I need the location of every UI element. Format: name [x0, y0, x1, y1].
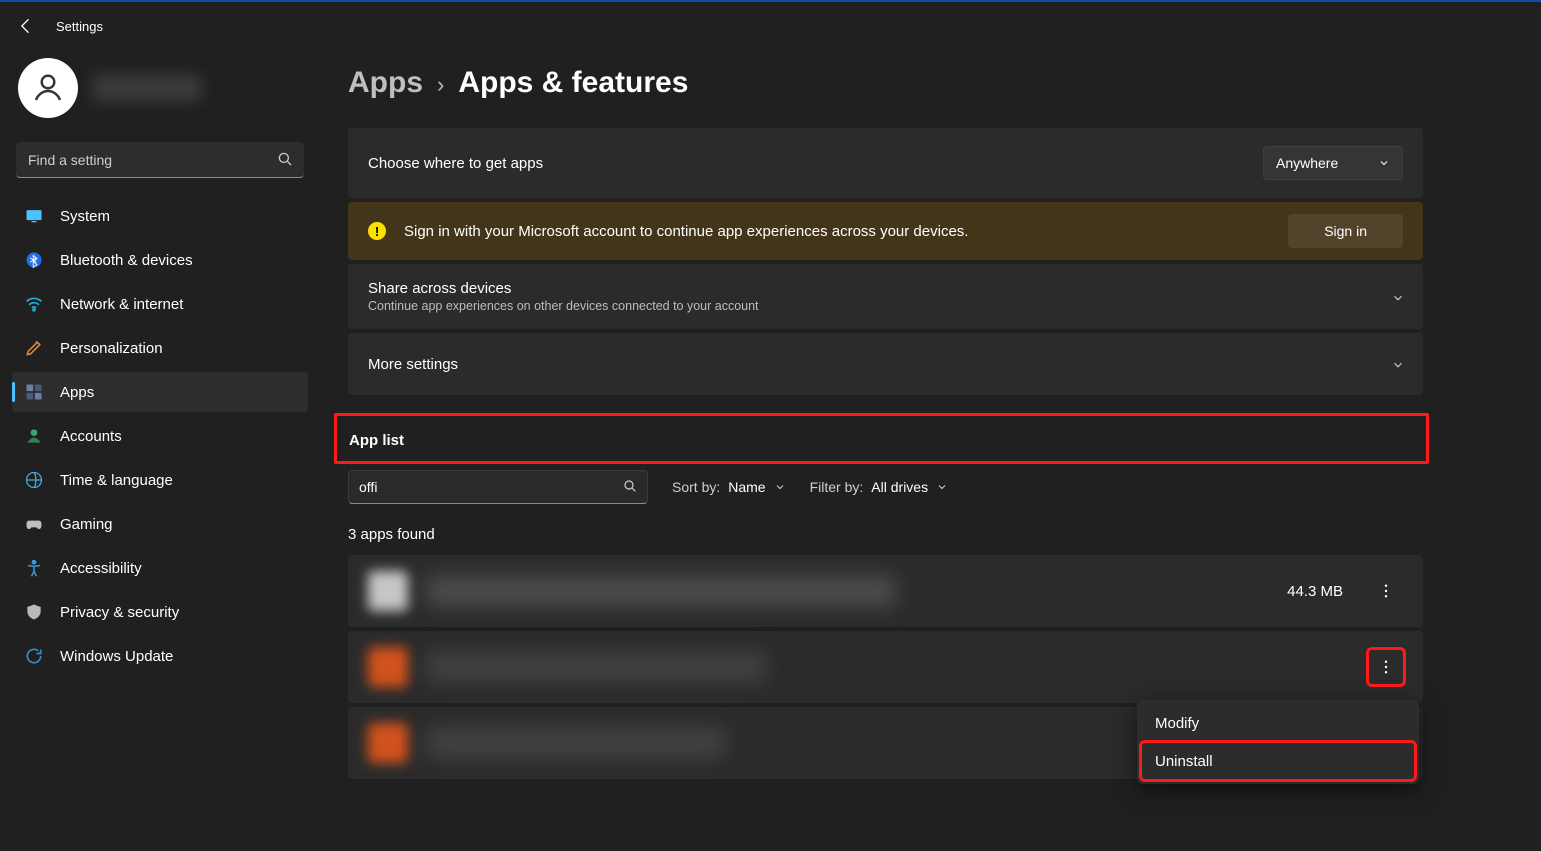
filter-dropdown[interactable]: Filter by: All drives: [810, 479, 948, 495]
brush-icon: [24, 338, 44, 358]
sidebar-item-windows-update[interactable]: Windows Update: [12, 636, 308, 676]
app-list-filters: Sort by: Name Filter by: All drives: [348, 470, 1423, 504]
filter-label: Filter by:: [810, 479, 864, 495]
context-menu: Modify Uninstall: [1137, 700, 1419, 784]
share-title: Share across devices: [368, 280, 759, 297]
sidebar-item-gaming[interactable]: Gaming: [12, 504, 308, 544]
dropdown-value: Anywhere: [1276, 155, 1338, 171]
sidebar-item-label: Accounts: [60, 428, 122, 445]
nav-list: System Bluetooth & devices Network & int…: [12, 196, 308, 676]
app-row[interactable]: [348, 631, 1423, 703]
titlebar: Settings: [0, 2, 1541, 50]
sidebar-item-accounts[interactable]: Accounts: [12, 416, 308, 456]
app-source-dropdown[interactable]: Anywhere: [1263, 146, 1403, 180]
sidebar-item-label: Bluetooth & devices: [60, 252, 193, 269]
sort-dropdown[interactable]: Sort by: Name: [672, 479, 786, 495]
search-input[interactable]: [16, 142, 304, 178]
wifi-icon: [24, 294, 44, 314]
more-settings-label: More settings: [368, 356, 458, 373]
account-header[interactable]: [12, 50, 308, 142]
sidebar-item-system[interactable]: System: [12, 196, 308, 236]
banner-text: Sign in with your Microsoft account to c…: [404, 223, 1270, 240]
app-name-redacted: [426, 576, 896, 606]
settings-search: [16, 142, 304, 178]
warning-icon: !: [368, 222, 386, 240]
app-size: 44.3 MB: [1287, 583, 1343, 600]
page-heading: Apps & features: [458, 66, 688, 100]
accessibility-icon: [24, 558, 44, 578]
sidebar-item-time-language[interactable]: Time & language: [12, 460, 308, 500]
sidebar-item-personalization[interactable]: Personalization: [12, 328, 308, 368]
share-subtitle: Continue app experiences on other device…: [368, 299, 759, 313]
results-count: 3 apps found: [348, 526, 1423, 543]
chevron-down-icon: [1378, 157, 1390, 169]
app-search-input[interactable]: [348, 470, 648, 504]
chevron-right-icon: ›: [437, 72, 444, 98]
filter-value: All drives: [871, 479, 928, 495]
search-icon: [622, 478, 638, 494]
app-source-label: Choose where to get apps: [368, 155, 543, 172]
gamepad-icon: [24, 514, 44, 534]
app-source-panel: Choose where to get apps Anywhere: [348, 128, 1423, 198]
bluetooth-icon: [24, 250, 44, 270]
more-settings-panel[interactable]: More settings: [348, 333, 1423, 395]
signin-button[interactable]: Sign in: [1288, 214, 1403, 248]
signin-banner: ! Sign in with your Microsoft account to…: [348, 202, 1423, 260]
sidebar-item-privacy[interactable]: Privacy & security: [12, 592, 308, 632]
sidebar: System Bluetooth & devices Network & int…: [0, 50, 320, 851]
app-icon-redacted: [368, 647, 408, 687]
breadcrumb-parent[interactable]: Apps: [348, 66, 423, 100]
person-icon: [24, 426, 44, 446]
menu-item-modify[interactable]: Modify: [1141, 704, 1415, 742]
app-icon-redacted: [368, 571, 408, 611]
breadcrumb: Apps › Apps & features: [348, 62, 1423, 100]
search-icon: [276, 150, 294, 168]
chevron-down-icon: [1391, 358, 1403, 370]
app-name-redacted: [426, 652, 766, 682]
main-content: Apps › Apps & features Choose where to g…: [320, 50, 1541, 851]
more-options-button[interactable]: [1369, 650, 1403, 684]
app-name-redacted: [426, 728, 726, 758]
window-title: Settings: [56, 19, 103, 34]
sidebar-item-label: Time & language: [60, 472, 173, 489]
sidebar-item-accessibility[interactable]: Accessibility: [12, 548, 308, 588]
sidebar-item-network[interactable]: Network & internet: [12, 284, 308, 324]
more-options-button[interactable]: [1369, 574, 1403, 608]
app-row[interactable]: 44.3 MB: [348, 555, 1423, 627]
sort-value: Name: [728, 479, 765, 495]
shield-icon: [24, 602, 44, 622]
sidebar-item-label: Windows Update: [60, 648, 173, 665]
app-icon-redacted: [368, 723, 408, 763]
chevron-down-icon: [1391, 291, 1403, 303]
back-icon[interactable]: [16, 16, 36, 36]
avatar: [18, 58, 78, 118]
globe-clock-icon: [24, 470, 44, 490]
chevron-down-icon: [774, 481, 786, 493]
share-devices-panel[interactable]: Share across devices Continue app experi…: [348, 264, 1423, 329]
sidebar-item-label: Gaming: [60, 516, 113, 533]
app-list-heading-highlight: App list: [334, 413, 1429, 464]
sidebar-item-bluetooth[interactable]: Bluetooth & devices: [12, 240, 308, 280]
sidebar-item-label: Personalization: [60, 340, 163, 357]
update-icon: [24, 646, 44, 666]
sidebar-item-apps[interactable]: Apps: [12, 372, 308, 412]
account-name-redacted: [92, 74, 202, 102]
sidebar-item-label: System: [60, 208, 110, 225]
sidebar-item-label: Accessibility: [60, 560, 142, 577]
display-icon: [24, 206, 44, 226]
sidebar-item-label: Apps: [60, 384, 94, 401]
sidebar-item-label: Privacy & security: [60, 604, 179, 621]
apps-icon: [24, 382, 44, 402]
menu-item-uninstall[interactable]: Uninstall: [1141, 742, 1415, 780]
sidebar-item-label: Network & internet: [60, 296, 183, 313]
sort-label: Sort by:: [672, 479, 720, 495]
chevron-down-icon: [936, 481, 948, 493]
app-list-heading: App list: [347, 428, 1416, 453]
